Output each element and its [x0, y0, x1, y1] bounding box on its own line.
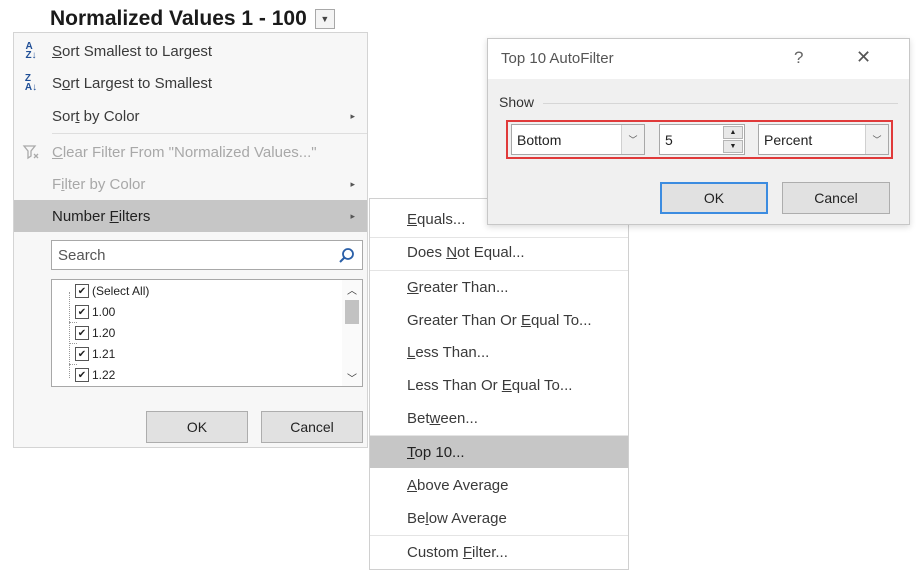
menu-ok-button[interactable]: OK: [146, 411, 248, 443]
dialog-titlebar: Top 10 AutoFilter ? ✕: [488, 39, 909, 79]
submenu-item-label: Top 10...: [407, 443, 465, 461]
checkbox-checked-icon[interactable]: ✔: [75, 326, 89, 340]
scroll-thumb[interactable]: [345, 300, 359, 324]
filter-by-color-item[interactable]: Filter by Color ▸: [14, 168, 367, 200]
dialog-title: Top 10 AutoFilter: [501, 50, 614, 67]
submenu-item-label: Greater Than Or Equal To...: [407, 311, 592, 329]
filter-menu: A Z↓ Sort Smallest to Largest Z A↓ Sort La…: [13, 32, 368, 448]
chevron-down-icon[interactable]: ﹀: [621, 125, 644, 154]
number-filters-item[interactable]: Number Filters ▸: [14, 200, 367, 232]
unit-select[interactable]: Percent ﹀: [758, 124, 889, 155]
checkbox-checked-icon[interactable]: ✔: [75, 284, 89, 298]
clear-filter-label: Clear Filter From "Normalized Values...": [52, 143, 317, 161]
top10-dialog: Top 10 AutoFilter ? ✕ Show Bottom ﹀ 5 ▲ …: [487, 38, 910, 225]
list-item[interactable]: ✔ 1.21: [75, 344, 115, 364]
search-icon[interactable]: [338, 247, 356, 265]
submenu-item-label: Custom Filter...: [407, 543, 508, 561]
submenu-item-label: Does Not Equal...: [407, 243, 525, 261]
submenu-item-top-10[interactable]: Top 10...: [370, 436, 628, 468]
submenu-arrow-icon: ▸: [350, 178, 355, 189]
top-bottom-select[interactable]: Bottom ﹀: [511, 124, 645, 155]
submenu-item-below-average[interactable]: Below Average: [370, 502, 628, 534]
count-spinner[interactable]: 5 ▲ ▼: [659, 124, 745, 155]
clear-filter-icon: [20, 141, 42, 163]
list-item[interactable]: ✔ 1.20: [75, 323, 115, 343]
sort-ascending-item[interactable]: A Z↓ Sort Smallest to Largest: [14, 35, 367, 67]
dialog-ok-button[interactable]: OK: [660, 182, 768, 214]
list-item-select-all[interactable]: ✔ (Select All): [75, 281, 149, 301]
sort-by-color-label: Sort by Color: [52, 107, 140, 125]
search-input[interactable]: [52, 241, 344, 269]
group-divider: [543, 103, 898, 104]
sort-descending-label: Sort Largest to Smallest: [52, 74, 213, 92]
list-item-label: 1.00: [92, 305, 116, 319]
number-filters-label: Number Filters: [52, 207, 151, 225]
dialog-cancel-button[interactable]: Cancel: [782, 182, 890, 214]
submenu-arrow-icon: ▸: [350, 210, 355, 221]
submenu-item-custom-filter[interactable]: Custom Filter...: [370, 536, 628, 568]
number-filters-submenu: Equals... Does Not Equal... Greater Than…: [369, 198, 629, 570]
close-icon[interactable]: ✕: [856, 47, 871, 68]
spin-up-icon[interactable]: ▲: [723, 126, 743, 139]
submenu-item-greater-equal[interactable]: Greater Than Or Equal To...: [370, 304, 628, 336]
list-item[interactable]: ✔ 1.22: [75, 365, 115, 385]
column-header: Normalized Values 1 - 100 ▼: [50, 4, 335, 34]
submenu-item-above-average[interactable]: Above Average: [370, 469, 628, 501]
column-title: Normalized Values 1 - 100: [50, 7, 307, 30]
checkbox-checked-icon[interactable]: ✔: [75, 347, 89, 361]
chevron-down-icon[interactable]: ﹀: [865, 125, 888, 154]
filter-dropdown-button[interactable]: ▼: [314, 9, 335, 29]
submenu-item-less-equal[interactable]: Less Than Or Equal To...: [370, 369, 628, 401]
sort-az-icon: A Z↓: [25, 41, 37, 61]
list-item-label: (Select All): [92, 284, 150, 298]
menu-separator: [52, 133, 367, 134]
submenu-arrow-icon: ▸: [350, 110, 355, 121]
filter-by-color-label: Filter by Color: [52, 175, 146, 193]
clear-filter-item[interactable]: Clear Filter From "Normalized Values...": [14, 136, 367, 168]
sort-by-color-item[interactable]: Sort by Color ▸: [14, 100, 367, 132]
help-icon[interactable]: ?: [794, 48, 803, 68]
value-list: ✔ (Select All) ✔ 1.00 ✔ 1.20 ✔ 1.21 ✔ 1.…: [51, 279, 363, 387]
list-item-label: 1.22: [92, 368, 116, 382]
submenu-item-between[interactable]: Between...: [370, 402, 628, 434]
submenu-item-label: Equals...: [407, 210, 466, 228]
show-group-label: Show: [499, 94, 535, 110]
sort-ascending-label: Sort Smallest to Largest: [52, 42, 213, 60]
submenu-item-label: Above Average: [407, 476, 509, 494]
search-box: [51, 240, 363, 270]
scroll-down-icon[interactable]: ﹀: [342, 368, 362, 386]
top-bottom-value: Bottom: [517, 132, 562, 148]
submenu-item-label: Below Average: [407, 509, 507, 527]
list-scrollbar[interactable]: ︿ ﹀: [342, 280, 362, 386]
checkbox-checked-icon[interactable]: ✔: [75, 305, 89, 319]
sort-descending-item[interactable]: Z A↓ Sort Largest to Smallest: [14, 67, 367, 99]
sort-za-icon: Z A↓: [24, 73, 38, 93]
list-item-label: 1.21: [92, 347, 116, 361]
submenu-item-label: Greater Than...: [407, 278, 509, 296]
list-item[interactable]: ✔ 1.00: [75, 302, 115, 322]
chevron-down-icon: ▼: [320, 14, 330, 24]
list-item-label: 1.20: [92, 326, 116, 340]
submenu-item-not-equal[interactable]: Does Not Equal...: [370, 236, 628, 268]
unit-value: Percent: [764, 132, 813, 148]
submenu-item-label: Less Than Or Equal To...: [407, 376, 573, 394]
checkbox-checked-icon[interactable]: ✔: [75, 368, 89, 382]
menu-cancel-button[interactable]: Cancel: [261, 411, 363, 443]
submenu-item-less-than[interactable]: Less Than...: [370, 336, 628, 368]
submenu-item-label: Less Than...: [407, 343, 490, 361]
count-value: 5: [665, 132, 673, 148]
submenu-item-label: Between...: [407, 409, 478, 427]
scroll-up-icon[interactable]: ︿: [342, 280, 362, 298]
submenu-item-greater-than[interactable]: Greater Than...: [370, 271, 628, 303]
spin-down-icon[interactable]: ▼: [723, 140, 743, 153]
